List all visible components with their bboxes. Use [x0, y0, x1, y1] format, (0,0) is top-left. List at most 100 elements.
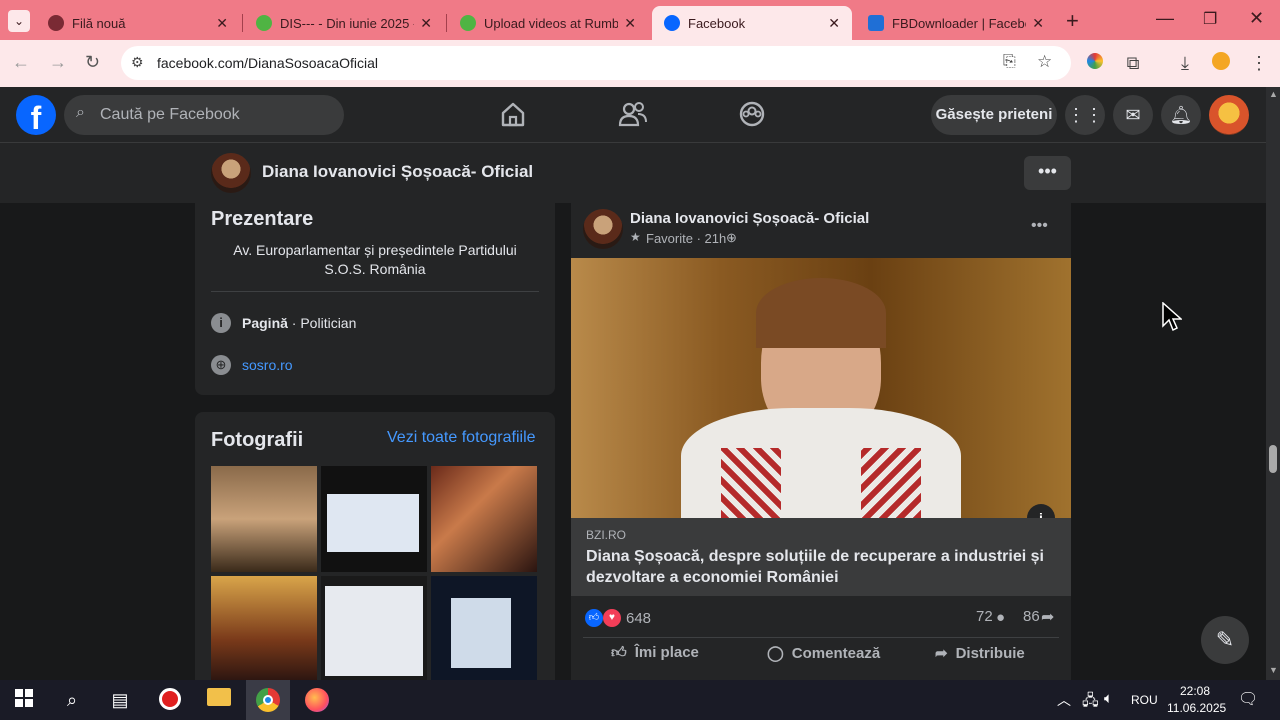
groups-icon[interactable] [737, 99, 767, 129]
share-arrow-icon: ➦ [935, 645, 948, 662]
scroll-down-arrow[interactable]: ▼ [1269, 665, 1278, 675]
close-icon[interactable]: ✕ [828, 15, 840, 32]
search-icon[interactable]: ⌕ [60, 688, 84, 712]
like-reaction-icon: 👍︎ [585, 609, 603, 627]
new-tab-button[interactable]: + [1066, 8, 1079, 34]
comment-button[interactable]: ◯ Comentează [767, 644, 880, 668]
close-icon[interactable]: ✕ [1032, 15, 1044, 32]
page-avatar[interactable] [211, 153, 251, 193]
facebook-logo[interactable]: f [16, 95, 56, 136]
firefox-icon[interactable] [305, 688, 329, 712]
forward-button[interactable]: → [49, 52, 67, 73]
post-image[interactable]: i [571, 258, 1071, 518]
link-source: BZI.RO [586, 528, 627, 542]
close-icon[interactable]: ✕ [420, 15, 432, 32]
page-name[interactable]: Diana Iovanovici Șoșoacă- Oficial [262, 162, 533, 182]
maximize-button[interactable]: ❐ [1203, 9, 1217, 29]
downloads-icon[interactable]: ⤓ [1174, 52, 1196, 74]
more-options-button[interactable]: ••• [1024, 156, 1071, 190]
browser-tab-strip: ⌄ Filă nouă ✕ DIS--- - Din iunie 2025 - … [0, 0, 1280, 40]
love-reaction-icon: ♥ [603, 609, 621, 627]
post-meta: Favorite · 21h · [646, 231, 735, 246]
search-icon: ⌕ [76, 104, 85, 121]
clock-date[interactable]: 11.06.2025 [1167, 701, 1226, 715]
task-view-icon[interactable]: ▤ [108, 688, 132, 712]
comment-bubble-icon: ◯ [767, 645, 784, 662]
volume-icon[interactable]: 🔈︎ [1104, 690, 1113, 707]
chrome-icon [48, 15, 64, 31]
extension-color-icon[interactable] [1084, 52, 1106, 74]
site-settings-icon[interactable]: ⚙ [131, 54, 144, 71]
info-icon: i [211, 313, 231, 333]
minimize-button[interactable]: — [1156, 8, 1174, 29]
notifications-bell-icon[interactable]: 🔔︎ [1161, 95, 1201, 135]
photo-thumbnail[interactable] [431, 576, 537, 680]
photo-thumbnail[interactable] [431, 466, 537, 572]
close-window-button[interactable]: ✕ [1249, 8, 1264, 29]
menu-grid-icon[interactable]: ⋮⋮ [1065, 95, 1105, 135]
recorder-icon[interactable] [158, 688, 182, 712]
notification-center-icon[interactable]: 🗨︎ [1238, 689, 1258, 709]
download-icon [868, 15, 884, 31]
reload-button[interactable]: ↻ [85, 52, 100, 73]
chrome-menu-icon[interactable]: ⋮ [1248, 52, 1270, 74]
info-icon[interactable]: i [1027, 504, 1055, 518]
close-icon[interactable]: ✕ [624, 15, 636, 32]
file-explorer-icon[interactable] [207, 688, 231, 712]
tab-rumble-upload[interactable]: Upload videos at Rumble ✕ [448, 6, 648, 40]
post-options-icon[interactable]: ••• [1031, 217, 1048, 235]
clock-time[interactable]: 22:08 [1180, 684, 1210, 698]
windows-taskbar: ⌕ ▤ ︿ 🖧 🔈︎ ROU 22:08 11.06.2025 🗨︎ [0, 680, 1280, 720]
close-icon[interactable]: ✕ [216, 15, 228, 32]
tab-facebook[interactable]: Facebook ✕ [652, 6, 852, 40]
network-icon[interactable]: 🖧 [1082, 690, 1099, 715]
website-link[interactable]: sosro.ro [242, 357, 293, 373]
tab-fbdownloader[interactable]: FBDownloader | Faceboo ✕ [856, 6, 1056, 40]
back-button[interactable]: ← [12, 52, 30, 73]
link-preview[interactable]: BZI.RO Diana Șoșoacă, despre soluțiile d… [571, 518, 1071, 596]
photo-thumbnail[interactable] [211, 466, 317, 572]
profile-icon[interactable] [1210, 52, 1232, 74]
comment-count[interactable]: 72 [976, 608, 993, 625]
photo-thumbnail[interactable] [211, 576, 317, 680]
scroll-up-arrow[interactable]: ▲ [1269, 89, 1278, 99]
account-avatar[interactable] [1209, 95, 1249, 135]
home-icon[interactable] [498, 99, 528, 129]
see-all-photos-link[interactable]: Vezi toate fotografiile [387, 429, 536, 447]
photo-thumbnail[interactable] [321, 576, 427, 680]
find-friends-button[interactable]: Găsește prieteni [931, 95, 1057, 135]
bookmark-star-icon[interactable]: ☆ [1037, 52, 1052, 72]
rumble-icon [460, 15, 476, 31]
like-button[interactable]: 👍︎ Îmi place [611, 644, 699, 668]
link-headline: Diana Șoșoacă, despre soluțiile de recup… [586, 548, 1044, 586]
thumbs-up-icon: 👍︎ [611, 644, 627, 661]
divider [211, 291, 539, 292]
extensions-puzzle-icon[interactable]: ⧉ [1122, 52, 1144, 74]
language-indicator[interactable]: ROU [1131, 693, 1158, 707]
intro-bio: Av. Europarlamentar și președintele Part… [233, 242, 517, 277]
friends-icon[interactable] [618, 99, 648, 129]
chrome-taskbar-icon[interactable] [246, 680, 290, 720]
page-name-bar: Diana Iovanovici Șoșoacă- Oficial ••• [0, 143, 1266, 203]
post-author[interactable]: Diana Iovanovici Șoșoacă- Oficial [630, 210, 869, 227]
url-bar[interactable]: ⚙ facebook.com/DianaSosoacaOficial ⎘ ☆ [121, 46, 1071, 80]
search-input[interactable]: ⌕ Caută pe Facebook [64, 95, 344, 135]
install-app-icon[interactable]: ⎘ [1003, 53, 1016, 71]
share-count[interactable]: 86 [1023, 608, 1040, 625]
chevron-up-icon[interactable]: ︿ [1057, 690, 1071, 710]
scrollbar-thumb[interactable] [1269, 445, 1277, 473]
facebook-icon [664, 15, 680, 31]
globe-icon: ⊕ [211, 355, 231, 375]
photo-thumbnail[interactable] [321, 466, 427, 572]
messenger-icon[interactable]: ✉ [1113, 95, 1153, 135]
windows-start-icon[interactable] [12, 688, 36, 712]
tab-new-tab[interactable]: Filă nouă ✕ [36, 6, 240, 40]
tab-dis[interactable]: DIS--- - Din iunie 2025 - ✕ [244, 6, 444, 40]
page-scrollbar[interactable]: ▲ ▼ [1266, 87, 1280, 680]
reaction-count[interactable]: 648 [626, 610, 651, 627]
rumble-icon [256, 15, 272, 31]
new-message-button[interactable]: ✎ [1201, 616, 1249, 664]
share-button[interactable]: ➦ Distribuie [935, 644, 1025, 668]
post-author-avatar[interactable] [583, 209, 623, 249]
tab-search-button[interactable]: ⌄ [8, 10, 30, 32]
